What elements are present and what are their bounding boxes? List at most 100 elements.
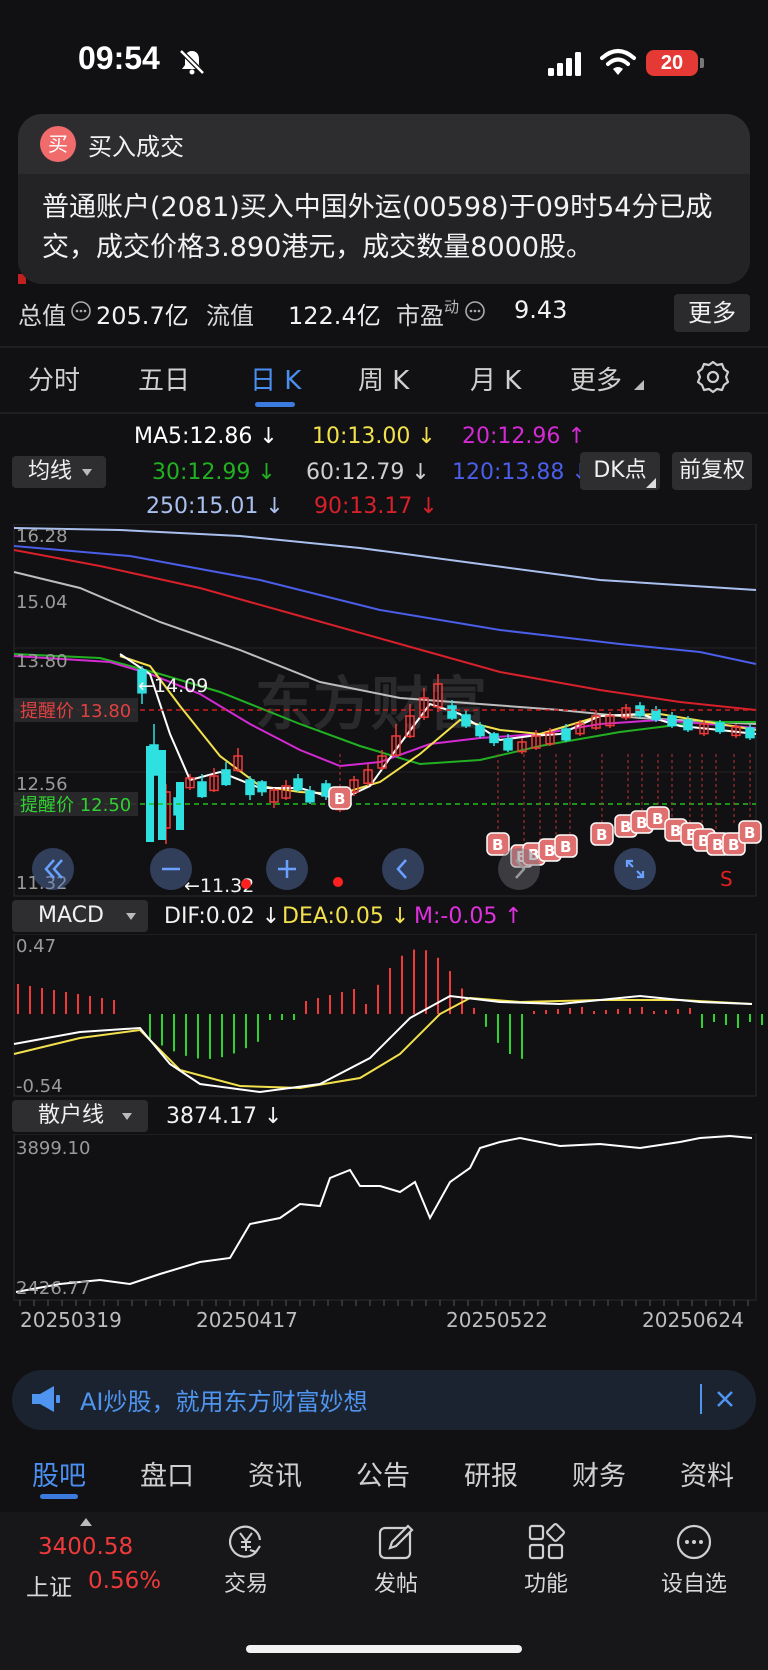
more-button[interactable]: 更多: [674, 294, 750, 332]
tab-five-day[interactable]: 五日: [138, 360, 190, 397]
info-circle-icon[interactable]: [70, 300, 92, 322]
buy-marker-label: B: [596, 826, 607, 844]
ma-lines: [13, 527, 757, 802]
candle-body: [635, 705, 645, 717]
tab-more[interactable]: 更多: [570, 360, 622, 397]
gear-icon[interactable]: [696, 360, 730, 394]
candle-body: [257, 781, 267, 793]
scroll-right-button[interactable]: [498, 848, 540, 890]
buy-marker-label: B: [670, 822, 681, 840]
trade-yen-icon[interactable]: [226, 1522, 266, 1562]
macd-selector[interactable]: MACD: [12, 900, 148, 932]
candle-body: [146, 746, 154, 842]
nav-functions[interactable]: 功能: [501, 1566, 591, 1598]
kline-chart[interactable]: 东方财富 提醒价 13.80 提醒价 12.50 16.28 15.04 13.…: [0, 524, 768, 898]
active-tab-indicator: [255, 402, 295, 407]
close-icon[interactable]: [714, 1388, 736, 1410]
megaphone-icon: [32, 1386, 60, 1412]
macd-chart[interactable]: 0.47 -0.54: [0, 934, 768, 1100]
double-chevron-left-icon: [44, 859, 63, 879]
candle-body: [561, 728, 571, 741]
battery-level: 20: [646, 50, 698, 76]
retail-selector-label: 散户线: [38, 1103, 105, 1128]
zoom-out-button[interactable]: [150, 848, 192, 890]
candle-body: [305, 790, 315, 803]
index-change[interactable]: 0.56%: [88, 1568, 161, 1594]
pe-label: 市盈: [396, 302, 444, 330]
retail-line-chart[interactable]: 3899.10 2426.77 20250319 20250417 202505…: [0, 1134, 768, 1362]
price-axis-mid3: 12.56: [16, 774, 68, 795]
cellular-signal-icon: [548, 52, 581, 76]
tab-announcements[interactable]: 公告: [356, 1454, 410, 1493]
buy-app-icon: 买: [40, 126, 76, 162]
date-label-3: 20250522: [446, 1308, 548, 1332]
macd-m: M:-0.05 ↑: [414, 904, 523, 929]
trade-notification[interactable]: 买 买入成交 普通账户(2081)买入中国外运(00598)于09时54分已成 …: [18, 114, 750, 284]
corner-triangle-icon: [646, 478, 656, 488]
plus-icon: [278, 860, 296, 878]
tab-monthly-k[interactable]: 月 K: [470, 360, 521, 397]
scroll-left-fast-button[interactable]: [32, 848, 74, 890]
caret-up-icon: [80, 1518, 92, 1526]
candle-body: [197, 781, 207, 798]
tab-intraday[interactable]: 分时: [28, 360, 80, 397]
pe-info-icon[interactable]: [464, 300, 486, 322]
tab-guba[interactable]: 股吧: [32, 1454, 86, 1493]
chart-period-tabs: 分时 五日 日 K 周 K 月 K 更多: [0, 360, 768, 407]
chevron-left-icon: [396, 859, 407, 879]
battery-cap: [700, 58, 704, 68]
candle-body: [475, 725, 485, 737]
macd-dea: DEA:0.05 ↓: [282, 904, 410, 929]
total-value-label: 总值: [18, 302, 66, 330]
dropdown-arrow-icon: [82, 468, 93, 476]
nav-post[interactable]: 发帖: [351, 1566, 441, 1598]
tab-news[interactable]: 资讯: [248, 1454, 302, 1493]
nav-custom-watchlist[interactable]: 设自选: [649, 1566, 739, 1598]
notification-line-2: 交，成交价格3.890港元，成交数量8000股。: [42, 232, 594, 263]
mute-bell-icon: [179, 49, 205, 75]
divider: [0, 412, 768, 414]
ma60-value: 60:12.79 ↓: [306, 460, 430, 485]
tab-profile[interactable]: 资料: [680, 1454, 734, 1493]
total-value: 205.7亿: [96, 302, 189, 330]
index-name[interactable]: 上证: [26, 1568, 72, 1602]
ma-selector[interactable]: 均线: [12, 456, 106, 488]
candle-body: [651, 709, 661, 721]
index-value[interactable]: 3400.58: [38, 1534, 133, 1560]
candle-body: [683, 719, 693, 731]
expand-icon: [625, 859, 645, 879]
ma30-value: 30:12.99 ↓: [152, 460, 276, 485]
ai-banner-text[interactable]: AI炒股，就用东方财富妙想: [80, 1382, 368, 1417]
candle-body: [447, 705, 457, 719]
notification-header: 买 买入成交: [18, 114, 750, 174]
fullscreen-button[interactable]: [614, 848, 656, 890]
more-dots-circle-icon[interactable]: [674, 1522, 714, 1562]
tab-pankou[interactable]: 盘口: [140, 1454, 194, 1493]
minus-icon: [162, 867, 180, 871]
nav-trade[interactable]: 交易: [201, 1566, 291, 1598]
candle-body: [667, 715, 677, 727]
buy-marker-label: B: [560, 838, 571, 856]
retail-line-selector[interactable]: 散户线: [12, 1100, 148, 1132]
alert-tag-low[interactable]: 提醒价 12.50: [20, 795, 131, 816]
alert-tag-high[interactable]: 提醒价 13.80: [20, 701, 131, 722]
sell-marker[interactable]: S: [720, 867, 733, 891]
price-axis-mid2: 13.80: [16, 651, 68, 672]
high-price-marker: ←14.09: [138, 675, 208, 697]
notification-line-1: 普通账户(2081)买入中国外运(00598)于09时54分已成: [42, 192, 713, 223]
grid-apps-icon[interactable]: [526, 1522, 566, 1562]
tab-daily-k[interactable]: 日 K: [250, 360, 301, 397]
ma10-value: 10:13.00 ↓: [312, 424, 436, 449]
tab-weekly-k[interactable]: 周 K: [358, 360, 409, 397]
ma-selector-label: 均线: [28, 459, 73, 484]
compose-icon[interactable]: [376, 1522, 416, 1562]
date-ticks: [19, 1300, 749, 1306]
buy-marker-label: B: [544, 842, 555, 860]
tab-research[interactable]: 研报: [464, 1454, 518, 1493]
candle-body: [245, 779, 255, 796]
ma90-value: 90:13.17 ↓: [314, 494, 438, 519]
scroll-left-button[interactable]: [382, 848, 424, 890]
zoom-in-button[interactable]: [266, 848, 308, 890]
tab-finance[interactable]: 财务: [572, 1454, 626, 1493]
pre-adjust-button[interactable]: 前复权: [672, 452, 752, 490]
